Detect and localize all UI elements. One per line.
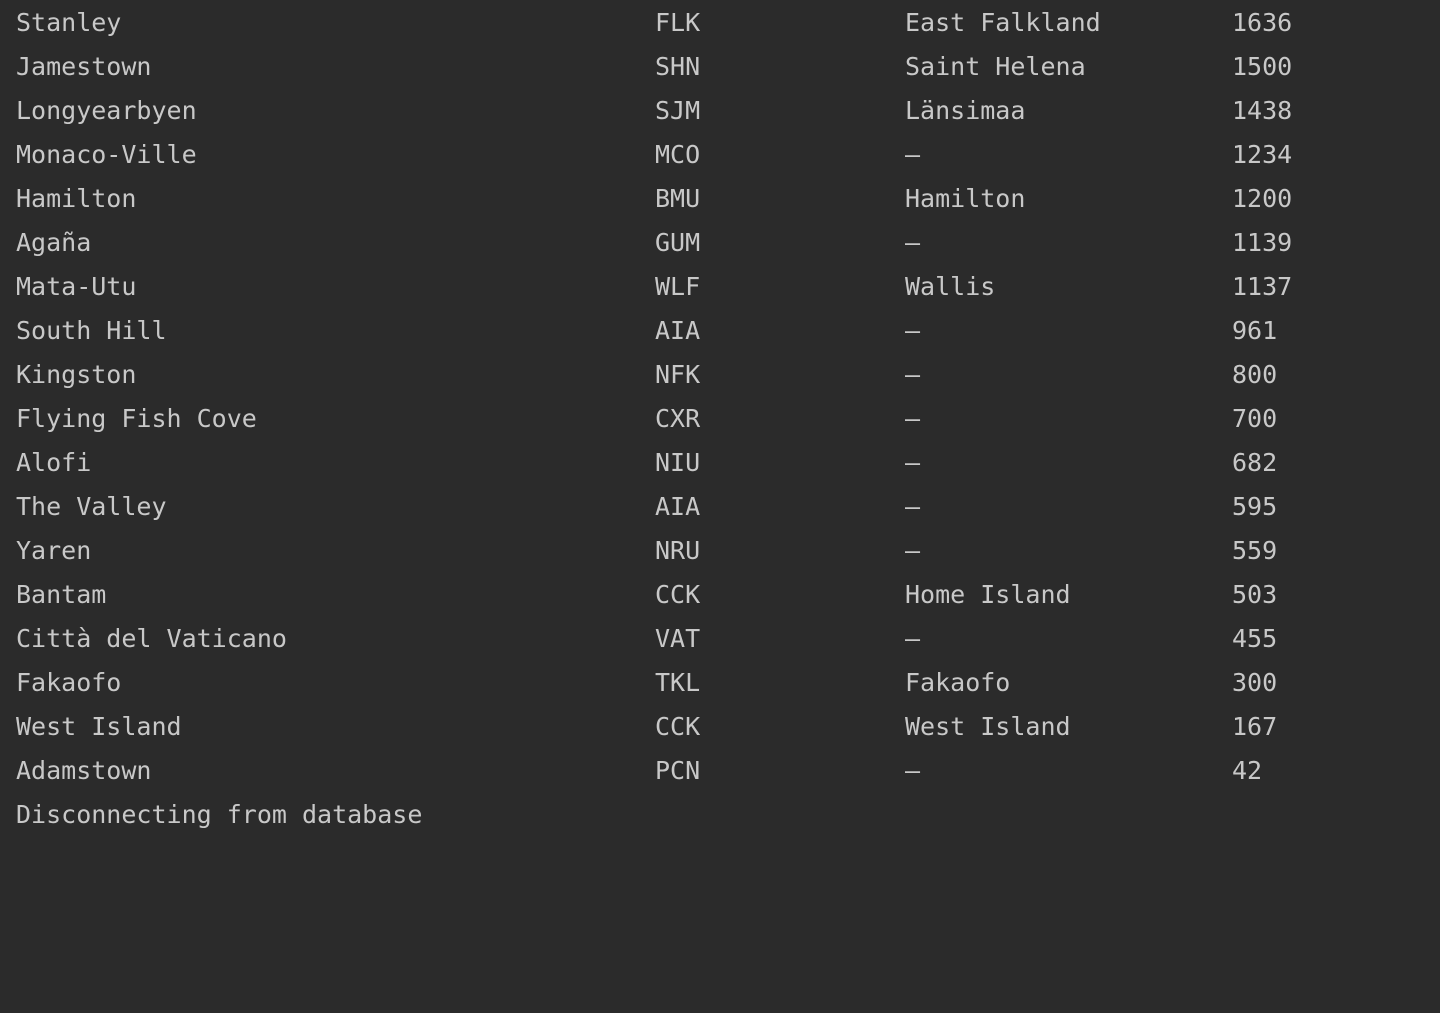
output-row: Città del Vaticano VAT – 455 [0,617,1440,661]
city-name: The Valley [16,492,167,521]
country-code: AIA [655,492,701,521]
population: 682 [1232,448,1278,477]
country-code: NFK [655,360,701,389]
district-name: – [905,756,921,785]
district-name: Wallis [905,272,996,301]
country-code: VAT [655,624,701,653]
country-code: BMU [655,184,701,213]
output-row: Hamilton BMU Hamilton 1200 [0,177,1440,221]
district-name: – [905,140,921,169]
output-row: Mata-Utu WLF Wallis 1137 [0,265,1440,309]
city-name: Longyearbyen [16,96,197,125]
output-row: Bantam CCK Home Island 503 [0,573,1440,617]
country-code: MCO [655,140,701,169]
country-code: FLK [655,8,701,37]
country-code: TKL [655,668,701,697]
district-name: Länsimaa [905,96,1026,125]
population: 595 [1232,492,1278,521]
output-row: Alofi NIU – 682 [0,441,1440,485]
district-name: Saint Helena [905,52,1086,81]
population: 42 [1232,756,1263,785]
output-row: Fakaofo TKL Fakaofo 300 [0,661,1440,705]
console-output: Stanley FLK East Falkland 1636 Jamestown… [0,0,1440,840]
district-name: West Island [905,712,1071,741]
city-name: Bantam [16,580,107,609]
country-code: PCN [655,756,701,785]
city-name: Stanley [16,8,122,37]
district-name: – [905,316,921,345]
population: 559 [1232,536,1278,565]
output-row: Agaña GUM – 1139 [0,221,1440,265]
country-code: SJM [655,96,701,125]
city-name: Adamstown [16,756,152,785]
population: 1200 [1232,184,1293,213]
country-code: SHN [655,52,701,81]
city-name: Monaco-Ville [16,140,197,169]
population: 1139 [1232,228,1293,257]
district-name: Hamilton [905,184,1026,213]
population: 961 [1232,316,1278,345]
country-code: CCK [655,712,701,741]
city-name: Fakaofo [16,668,122,697]
city-name: Flying Fish Cove [16,404,257,433]
country-code: NIU [655,448,701,477]
population: 1636 [1232,8,1293,37]
city-name: Alofi [16,448,92,477]
population: 700 [1232,404,1278,433]
district-name: – [905,492,921,521]
country-code: WLF [655,272,701,301]
population: 455 [1232,624,1278,653]
district-name: – [905,448,921,477]
population: 1234 [1232,140,1293,169]
city-name: West Island [16,712,182,741]
output-row: Jamestown SHN Saint Helena 1500 [0,45,1440,89]
district-name: Home Island [905,580,1071,609]
output-row: Kingston NFK – 800 [0,353,1440,397]
district-name: – [905,360,921,389]
disconnect-message: Disconnecting from database [16,800,423,829]
district-name: – [905,536,921,565]
country-code: CCK [655,580,701,609]
district-name: East Falkland [905,8,1101,37]
population: 167 [1232,712,1278,741]
population: 800 [1232,360,1278,389]
country-code: NRU [655,536,701,565]
population: 1137 [1232,272,1293,301]
district-name: – [905,228,921,257]
country-code: CXR [655,404,701,433]
output-row: Monaco-Ville MCO – 1234 [0,133,1440,177]
output-row: West Island CCK West Island 167 [0,705,1440,749]
output-row: South Hill AIA – 961 [0,309,1440,353]
city-name: Jamestown [16,52,152,81]
output-row: The Valley AIA – 595 [0,485,1440,529]
output-row: Stanley FLK East Falkland 1636 [0,1,1440,45]
city-name: Città del Vaticano [16,624,287,653]
city-name: Hamilton [16,184,137,213]
output-row: Flying Fish Cove CXR – 700 [0,397,1440,441]
city-name: Mata-Utu [16,272,137,301]
population: 503 [1232,580,1278,609]
population: 1500 [1232,52,1293,81]
city-name: Yaren [16,536,92,565]
district-name: Fakaofo [905,668,1011,697]
city-name: Agaña [16,228,92,257]
output-row: Longyearbyen SJM Länsimaa 1438 [0,89,1440,133]
population: 300 [1232,668,1278,697]
output-row: Yaren NRU – 559 [0,529,1440,573]
city-name: Kingston [16,360,137,389]
city-name: South Hill [16,316,167,345]
country-code: AIA [655,316,701,345]
district-name: – [905,624,921,653]
country-code: GUM [655,228,701,257]
output-row: Adamstown PCN – 42 [0,749,1440,793]
district-name: – [905,404,921,433]
population: 1438 [1232,96,1293,125]
